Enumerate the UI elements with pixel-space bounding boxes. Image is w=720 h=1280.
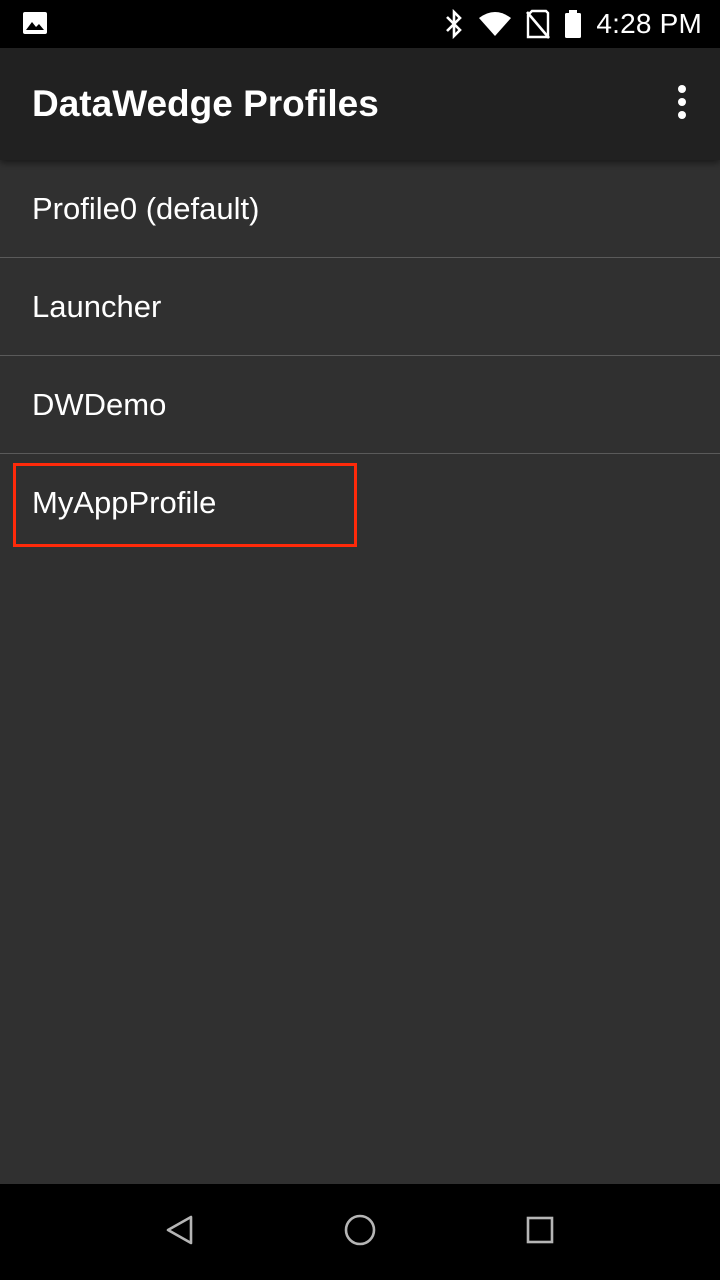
battery-icon	[564, 9, 582, 39]
status-icons: 4:28 PM	[430, 0, 702, 48]
recents-icon	[525, 1215, 555, 1250]
list-item-profile0[interactable]: Profile0 (default)	[0, 160, 720, 258]
status-bar: 4:28 PM	[0, 0, 720, 48]
home-icon	[343, 1213, 377, 1252]
screen: 4:28 PM DataWedge Profiles Profile0 (def…	[0, 0, 720, 1280]
image-notification-icon	[22, 10, 48, 41]
list-item-dwdemo[interactable]: DWDemo	[0, 356, 720, 454]
status-clock: 4:28 PM	[596, 8, 702, 39]
bluetooth-icon	[444, 9, 464, 39]
back-icon	[165, 1214, 195, 1251]
no-sim-icon	[526, 9, 551, 39]
back-button[interactable]	[156, 1208, 204, 1256]
home-button[interactable]	[336, 1208, 384, 1256]
recents-button[interactable]	[516, 1208, 564, 1256]
list-item-launcher[interactable]: Launcher	[0, 258, 720, 356]
navigation-bar	[0, 1184, 720, 1280]
list-item-label: DWDemo	[32, 387, 167, 422]
wifi-icon	[478, 11, 512, 37]
list-item-label: Launcher	[32, 289, 162, 324]
highlight-box	[13, 463, 357, 547]
app-bar: DataWedge Profiles	[0, 48, 720, 160]
more-vert-icon	[676, 84, 688, 125]
list-item-label: Profile0 (default)	[32, 191, 260, 226]
overflow-menu-button[interactable]	[662, 76, 702, 132]
page-title: DataWedge Profiles	[32, 83, 379, 124]
